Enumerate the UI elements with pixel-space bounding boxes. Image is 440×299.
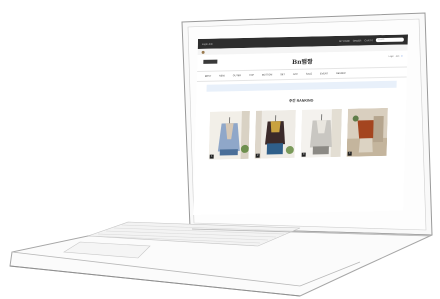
product-photo-3 [300,108,342,158]
product-photo-2 [254,109,296,159]
product-image[interactable]: 3 [300,108,342,158]
product-review-count [254,167,294,168]
product-photo-4 [346,107,388,157]
promo-banner[interactable] [206,80,397,92]
product-price [208,168,248,169]
nav-item-new[interactable]: NEW [219,74,225,77]
header-login[interactable]: Login [389,56,394,58]
product-price [300,166,340,167]
laptop-screen: Login Join MY PAGE ORDER CART 0 Search B… [193,34,408,215]
cart-count[interactable]: 0 [401,56,402,58]
topbar-right: MY PAGE ORDER CART 0 Search [339,37,404,43]
product-name[interactable] [346,158,386,165]
product-review-count [208,168,248,169]
topbar-left[interactable]: Login Join [202,42,213,45]
product-card[interactable]: 3 [300,108,342,167]
product-card[interactable]: 2 [254,109,296,168]
product-image[interactable]: 1 [208,110,250,160]
nav-item-sale[interactable]: SALE [306,73,312,76]
product-price [346,165,386,166]
product-grid: 1 2 3 4 [194,107,406,169]
product-name[interactable] [300,159,340,166]
rank-badge: 4 [347,151,352,156]
nav-item-top[interactable]: TOP [249,74,254,77]
product-card[interactable]: 4 [346,107,388,166]
nav-item-acc[interactable]: ACC [293,73,298,76]
product-photo-1 [208,110,250,160]
search-input[interactable]: Search [375,37,404,43]
nav-item-bottom[interactable]: BOTTOM [262,73,272,76]
header-right: Login Join 0 [389,56,403,58]
topbar-link-cart[interactable]: CART 0 [364,39,373,42]
product-name[interactable] [208,161,248,168]
product-name[interactable] [254,160,294,167]
product-price [254,167,294,168]
product-review-count [346,165,386,166]
rank-badge: 1 [209,154,214,159]
nav-item-event[interactable]: EVENT [320,72,328,75]
product-review-count [300,166,340,167]
site-logo[interactable]: Bn뱀짱 [197,54,407,68]
product-image[interactable]: 2 [254,109,296,159]
topbar-link-mypage[interactable]: MY PAGE [339,39,350,42]
topbar-link-order[interactable]: ORDER [353,39,362,42]
nav-item-best[interactable]: BEST [205,75,211,78]
nav-item-set[interactable]: SET [280,73,285,76]
product-card[interactable]: 1 [208,110,250,169]
nav-item-outer[interactable]: OUTER [233,74,241,77]
notice-icon [201,50,205,54]
header-join[interactable]: Join [396,56,400,58]
product-image[interactable]: 4 [346,107,388,157]
rank-badge: 3 [301,152,306,157]
rank-badge: 2 [255,153,260,158]
ranking-title: 주간 RANKING [288,98,314,104]
nav-item-review[interactable]: REVIEW [336,72,346,75]
